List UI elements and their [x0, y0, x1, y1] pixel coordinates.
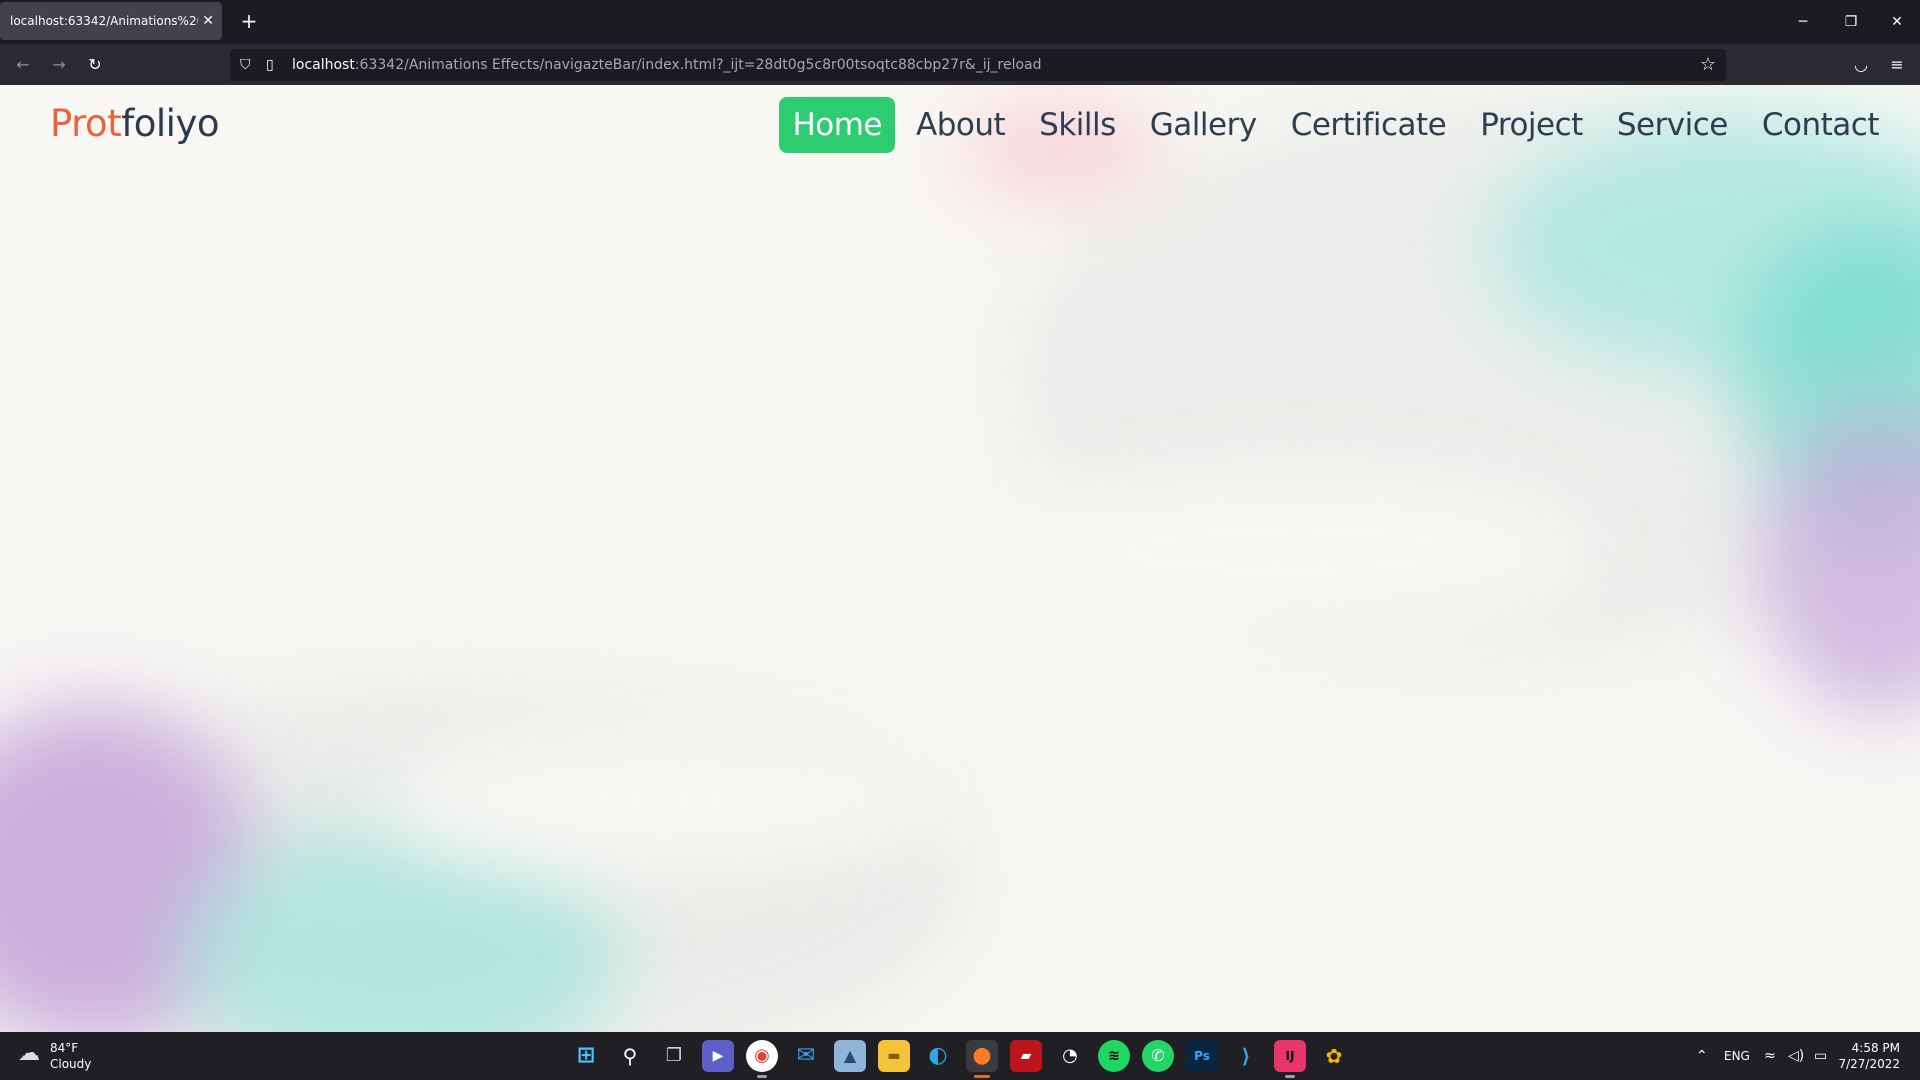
restore-icon[interactable]: ❐	[1828, 0, 1874, 44]
url-path: :63342/Animations Effects/navigazteBar/i…	[354, 57, 1042, 73]
main-nav: Home About Skills Gallery Certificate Pr…	[779, 97, 1892, 153]
photoshop-icon[interactable]: Ps	[1186, 1040, 1218, 1072]
close-tab-icon[interactable]: ✕	[202, 2, 214, 40]
chrome-icon[interactable]: ◉	[746, 1040, 778, 1078]
nav-service[interactable]: Service	[1604, 97, 1741, 153]
cloud-icon: ☁	[18, 1041, 40, 1066]
logo-accent: Prot	[50, 102, 122, 145]
teams-chat-icon[interactable]: ▶	[702, 1040, 734, 1072]
task-view-icon[interactable]: ❐	[658, 1040, 690, 1072]
windows-start-icon[interactable]: ⊞	[570, 1040, 602, 1072]
time: 4:58 PM	[1851, 1041, 1900, 1055]
back-icon[interactable]: ←	[8, 50, 38, 80]
bookmark-star-icon[interactable]: ☆	[1694, 49, 1722, 81]
menu-icon[interactable]: ≡	[1882, 50, 1912, 80]
tab-strip: localhost:63342/Animations%20Effe ✕ + ─ …	[0, 0, 1920, 44]
url-bar[interactable]: ⛉ ▯ localhost:63342/Animations Effects/n…	[230, 49, 1726, 81]
mail-icon[interactable]: ✉	[790, 1040, 822, 1072]
nav-gallery[interactable]: Gallery	[1137, 97, 1270, 153]
language-indicator[interactable]: ENG	[1724, 1032, 1750, 1080]
clock[interactable]: 4:58 PM 7/27/2022	[1838, 1040, 1900, 1072]
wifi-icon[interactable]: ≈	[1764, 1032, 1776, 1080]
date: 7/27/2022	[1838, 1057, 1900, 1071]
browser-tab[interactable]: localhost:63342/Animations%20Effe ✕	[0, 2, 222, 40]
edge-icon[interactable]: ◐	[922, 1040, 954, 1072]
paint-highlight	[1000, 465, 1600, 635]
media-app-icon[interactable]: ▰	[1010, 1040, 1042, 1072]
nav-skills[interactable]: Skills	[1026, 97, 1129, 153]
app-icon[interactable]: ✿	[1318, 1040, 1350, 1072]
shield-icon[interactable]: ⛉	[240, 49, 251, 81]
file-explorer-icon[interactable]: ▬	[878, 1040, 910, 1072]
spotify-icon[interactable]: ≋	[1098, 1040, 1130, 1072]
new-tab-icon[interactable]: +	[236, 8, 262, 34]
speedtest-icon[interactable]: ◔	[1054, 1040, 1086, 1072]
nav-home[interactable]: Home	[779, 97, 895, 153]
nav-project[interactable]: Project	[1467, 97, 1596, 153]
vscode-icon[interactable]: ⟩	[1230, 1040, 1262, 1072]
pocket-icon[interactable]: ◡	[1846, 50, 1876, 80]
volume-icon[interactable]: ◁)	[1788, 1032, 1804, 1080]
forward-icon[interactable]: →	[44, 50, 74, 80]
web-page: Protfoliyo Home About Skills Gallery Cer…	[0, 85, 1920, 1032]
weather-temp: 84°F	[50, 1041, 79, 1055]
url-host: localhost	[292, 57, 355, 73]
weather-desc: Cloudy	[50, 1057, 92, 1071]
nav-about[interactable]: About	[903, 97, 1018, 153]
photos-icon[interactable]: ▲	[834, 1040, 866, 1072]
nav-contact[interactable]: Contact	[1749, 97, 1892, 153]
chevron-up-icon[interactable]: ⌃	[1696, 1032, 1708, 1080]
nav-certificate[interactable]: Certificate	[1278, 97, 1460, 153]
site-logo[interactable]: Protfoliyo	[50, 99, 219, 149]
tab-title: localhost:63342/Animations%20Effe	[10, 14, 198, 28]
logo-rest: foliyo	[121, 102, 219, 145]
firefox-icon[interactable]: ●	[966, 1040, 998, 1078]
search-icon[interactable]: ⚲	[614, 1040, 646, 1072]
page-icon[interactable]: ▯	[266, 49, 274, 81]
intellij-icon[interactable]: IJ	[1274, 1040, 1306, 1078]
site-header: Protfoliyo Home About Skills Gallery Cer…	[0, 85, 1920, 165]
close-window-icon[interactable]: ✕	[1874, 0, 1920, 44]
taskbar: ☁ 84°F Cloudy ⊞ ⚲ ❐ ▶ ◉ ✉ ▲ ▬ ◐ ● ▰ ◔ ≋ …	[0, 1032, 1920, 1080]
browser-toolbar: ← → ↻ ⛉ ▯ localhost:63342/Animations Eff…	[0, 44, 1920, 85]
battery-icon[interactable]: ▭	[1814, 1032, 1827, 1080]
whatsapp-icon[interactable]: ✆	[1142, 1040, 1174, 1072]
url-text[interactable]: localhost:63342/Animations Effects/navig…	[292, 49, 1042, 81]
minimize-icon[interactable]: ─	[1780, 0, 1826, 44]
paint-highlight-bottom	[380, 725, 940, 875]
reload-icon[interactable]: ↻	[80, 50, 110, 80]
